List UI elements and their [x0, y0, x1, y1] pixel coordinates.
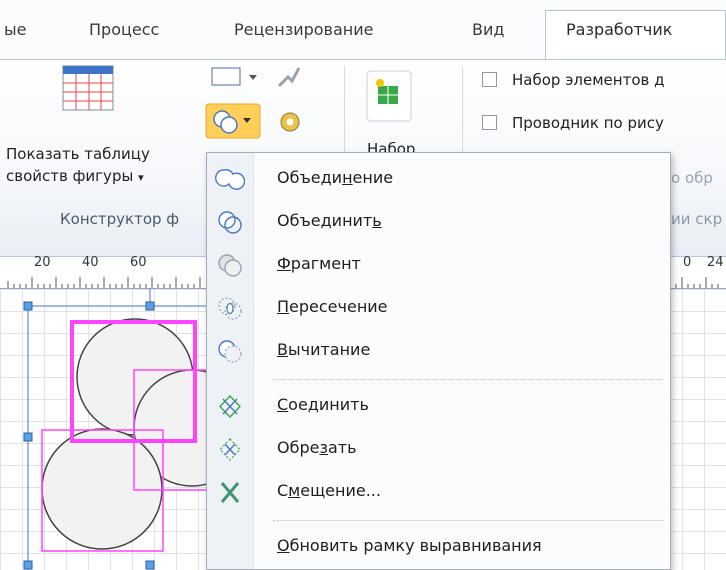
menu-item-label: Смещение... — [277, 481, 381, 500]
stencil-checkbox[interactable] — [482, 72, 497, 87]
menu-item-label: Фрагмент — [277, 254, 361, 273]
menu-item-label: Обновить рамку выравнивания — [277, 536, 542, 555]
fragment-icon — [218, 254, 242, 277]
menu-item-fragment[interactable]: Фрагмент — [207, 244, 670, 287]
menu-item-label: Вычитание — [277, 340, 371, 359]
tab-view[interactable]: Вид — [472, 20, 504, 39]
menu-item-update-alignment-box[interactable]: Обновить рамку выравнивания — [207, 526, 670, 569]
menu-item-intersect[interactable]: Пересечение — [207, 287, 670, 330]
offset-icon — [220, 482, 240, 503]
faded-text-right1: о обр — [671, 169, 713, 187]
subtract-icon — [218, 340, 242, 363]
ruler-label: 20 — [34, 255, 51, 270]
join-icon — [219, 394, 241, 419]
ruler-label: 40 — [82, 255, 99, 270]
tab-review[interactable]: Рецензирование — [234, 20, 373, 39]
menu-item-subtract[interactable]: Вычитание — [207, 330, 670, 373]
stencil-set-icon[interactable] — [366, 70, 412, 122]
menu-separator — [273, 520, 663, 521]
show-shapesheet-label1[interactable]: Показать таблицу — [6, 142, 150, 166]
menu-item-trim[interactable]: Обрезать — [207, 428, 670, 471]
ruler-label: 0 — [683, 255, 692, 270]
shape-design-group-label: Конструктор ф — [60, 210, 180, 228]
show-shapesheet-label2-text: свойств фигуры — [6, 167, 134, 185]
menu-item-label: Соединить — [277, 395, 369, 414]
intersect-icon — [218, 297, 242, 320]
stencil-checkbox-label[interactable]: Набор элементов д — [512, 68, 664, 92]
ruler-label: 24 — [707, 255, 724, 270]
menu-item-union[interactable]: Объединение — [207, 158, 670, 201]
rectangle-shape-icon[interactable] — [211, 67, 263, 87]
menu-separator — [273, 379, 663, 380]
operations-button[interactable] — [205, 103, 261, 139]
shapesheet-icon[interactable] — [62, 65, 114, 111]
tab-data[interactable]: ые — [4, 20, 26, 39]
union-icon — [215, 169, 245, 190]
combine-icon — [218, 211, 242, 234]
tab-developer-label: Разработчик — [566, 20, 673, 39]
operations-menu: Объединение Объединить Фрагмент Пересече… — [206, 152, 671, 570]
gear-icon[interactable] — [276, 108, 304, 136]
drawing-explorer-checkbox[interactable] — [482, 115, 497, 130]
menu-item-label: Объединить — [277, 211, 382, 230]
ribbon-tab-bar: ые Процесс Рецензирование Вид Разработчи… — [0, 0, 726, 60]
menu-item-label: Объединение — [277, 168, 394, 187]
drawing-explorer-checkbox-label[interactable]: Проводник по рису — [512, 111, 664, 135]
faded-text-right2: ии скр — [671, 210, 723, 228]
tab-process[interactable]: Процесс — [89, 20, 159, 39]
chevron-down-icon: ▾ — [138, 171, 144, 184]
show-shapesheet-label2[interactable]: свойств фигуры ▾ — [6, 164, 144, 190]
menu-item-join[interactable]: Соединить — [207, 385, 670, 428]
menu-item-label: Пересечение — [277, 297, 388, 316]
menu-item-label: Обрезать — [277, 438, 357, 457]
connector-icon[interactable] — [276, 64, 302, 90]
trim-icon — [219, 438, 241, 461]
menu-item-offset[interactable]: Смещение... — [207, 471, 670, 514]
tab-developer[interactable]: Разработчик — [545, 10, 726, 60]
menu-item-combine[interactable]: Объединить — [207, 201, 670, 244]
ruler-label: 60 — [130, 255, 147, 270]
